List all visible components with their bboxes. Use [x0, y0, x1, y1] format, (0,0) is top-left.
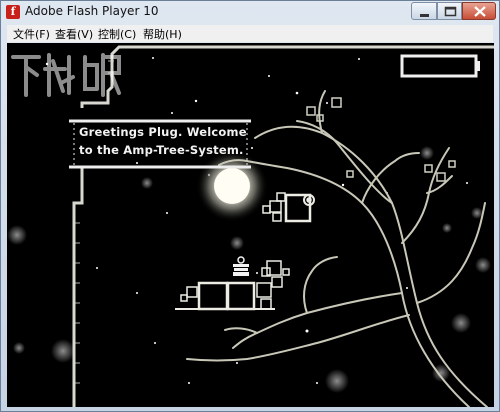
stars	[45, 57, 468, 384]
wall-ticks	[75, 60, 114, 384]
dialog-box: Greetings Plug. Welcome to the Amp-Tree-…	[77, 125, 255, 163]
maximize-button[interactable]	[437, 2, 462, 20]
menu-help[interactable]: 帮助(H)	[143, 26, 182, 42]
menu-file[interactable]: 文件(F)	[13, 26, 50, 42]
menu-bar: 文件(F) 查看(V) 控制(C) 帮助(H)	[7, 25, 493, 42]
battery-icon	[400, 54, 480, 78]
minimize-button[interactable]	[411, 2, 437, 20]
light-orb-core	[214, 168, 250, 204]
plug-robot-icon	[233, 256, 249, 276]
watermark-logo	[11, 53, 121, 97]
title-bar[interactable]: f Adobe Flash Player 10	[1, 1, 499, 23]
close-button[interactable]	[462, 2, 496, 20]
tree-nodes	[306, 97, 456, 182]
minimize-icon	[420, 14, 429, 17]
level-wall	[72, 45, 494, 407]
flash-player-window: f Adobe Flash Player 10 文件(F) 查看(V) 控制(C…	[0, 0, 500, 412]
close-icon	[474, 6, 486, 17]
window-title: Adobe Flash Player 10	[25, 4, 159, 18]
block-cluster-upper	[262, 192, 315, 223]
dialog-line-2: to the Amp-Tree-System.	[79, 143, 244, 157]
game-stage[interactable]: Greetings Plug. Welcome to the Amp-Tree-…	[7, 43, 494, 407]
flash-app-icon: f	[6, 5, 20, 19]
menu-control[interactable]: 控制(C)	[98, 26, 136, 42]
dialog-line-1: Greetings Plug. Welcome	[79, 125, 247, 139]
menu-view[interactable]: 查看(V)	[55, 26, 93, 42]
maximize-icon	[444, 6, 457, 17]
